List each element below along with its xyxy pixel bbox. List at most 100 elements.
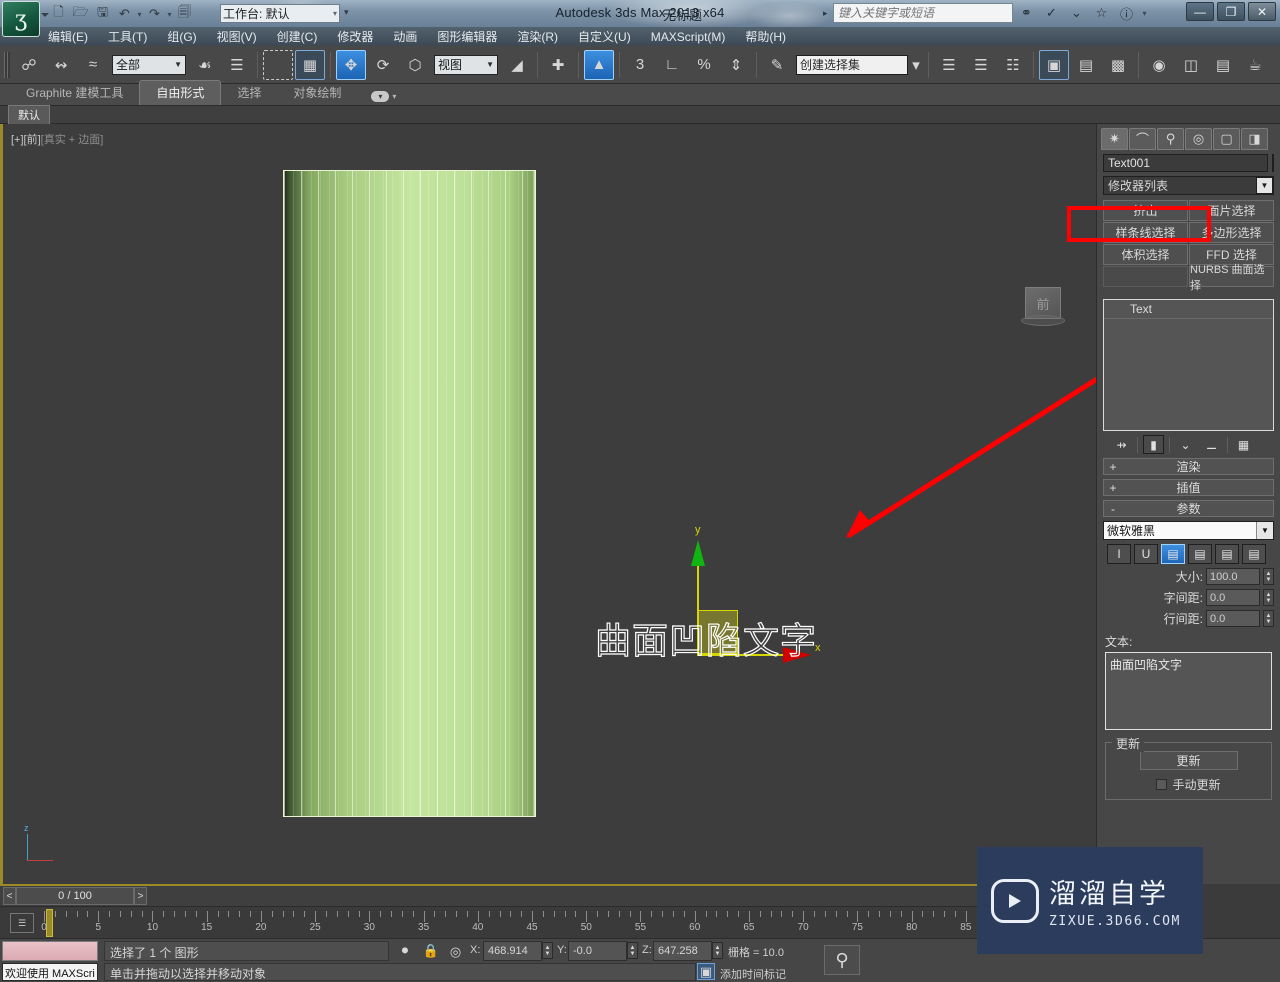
modifier-button-nurbs-surface-select[interactable]: NURBS 曲面选择 xyxy=(1189,264,1274,292)
window-crossing-toggle-icon[interactable]: ▦ xyxy=(295,49,325,80)
modifier-stack[interactable]: Text xyxy=(1103,299,1274,431)
maximize-button[interactable]: ❐ xyxy=(1217,2,1245,21)
justify-button[interactable]: ▤ xyxy=(1242,544,1266,564)
workspace-selector[interactable]: 工作台: 默认 ▾ xyxy=(220,4,340,23)
gizmo-y-arrow-icon[interactable] xyxy=(691,540,705,566)
modifier-button-vol-select[interactable]: 体积选择 xyxy=(1103,244,1188,265)
open-mini-curve-editor-icon[interactable]: ☰ xyxy=(10,913,34,933)
text-content-textarea[interactable]: 曲面凹陷文字 xyxy=(1105,652,1272,730)
render-setup-icon[interactable]: ◫ xyxy=(1176,50,1206,80)
kerning-input[interactable]: 0.0 xyxy=(1206,589,1260,606)
viewcube[interactable]: 前 xyxy=(1021,287,1065,329)
reference-coordinate-system-dropdown[interactable]: 视图 ▼ xyxy=(434,54,498,75)
wrench-icon[interactable]: ✓ xyxy=(1041,3,1062,23)
open-file-icon[interactable]: 🗁 xyxy=(70,4,91,25)
object-name-input[interactable] xyxy=(1103,154,1268,172)
show-end-result-icon[interactable]: ▮ xyxy=(1143,435,1164,454)
app-menu-caret-icon[interactable] xyxy=(41,13,49,17)
help-icon[interactable]: ⓘ xyxy=(1116,3,1137,23)
3dsmax-logo-icon[interactable]: ʒ xyxy=(2,1,40,37)
ribbon-subtab-default[interactable]: 默认 xyxy=(8,104,50,125)
add-time-tag-icon[interactable]: ▣ xyxy=(697,963,715,980)
percent-snap-toggle-icon[interactable]: % xyxy=(689,50,719,80)
named-selection-chevron-down-icon[interactable]: ▾ xyxy=(909,50,923,80)
time-slider-handle[interactable]: 0 / 100 xyxy=(16,887,134,905)
material-preview-swatch[interactable] xyxy=(2,941,98,961)
select-and-link-icon[interactable]: ☍ xyxy=(14,50,44,80)
align-icon[interactable]: ☰ xyxy=(966,50,996,80)
undo-icon[interactable]: ↶ xyxy=(114,4,135,25)
binoculars-icon[interactable]: ⚭ xyxy=(1016,3,1037,23)
ribbon-tab-graphite-modeling[interactable]: Graphite 建模工具 xyxy=(10,81,139,105)
select-and-rotate-icon[interactable]: ⟳ xyxy=(368,50,398,80)
viewport-label[interactable]: [+][前][真实 + 边面] xyxy=(11,131,103,147)
funnel-icon[interactable]: ⌄ xyxy=(1066,3,1087,23)
layer-manager-icon[interactable]: ☷ xyxy=(998,50,1028,80)
keyboard-shortcut-override-icon[interactable]: ▲ xyxy=(584,49,614,80)
modify-tab[interactable]: ⌒ xyxy=(1129,127,1156,150)
rollup-rendering[interactable]: + 渲染 xyxy=(1103,458,1274,475)
next-frame-button[interactable]: > xyxy=(134,887,147,905)
selection-filter-dropdown[interactable]: 全部 ▼ xyxy=(112,54,186,75)
coord-x-spinner[interactable]: ▲ ▼ xyxy=(542,942,553,959)
close-button[interactable]: ✕ xyxy=(1248,2,1276,21)
redo-icon[interactable]: ↷ xyxy=(144,4,165,25)
star-icon[interactable]: ☆ xyxy=(1091,3,1112,23)
mirror-icon[interactable]: ☰ xyxy=(934,50,964,80)
absolute-relative-transform-icon[interactable]: ◎ xyxy=(446,942,465,961)
snaps-toggle-3-icon[interactable]: 3 xyxy=(625,50,655,80)
track-bar[interactable]: ☰ 051015202530354045505560657075808590 xyxy=(0,906,1097,938)
rectangular-selection-region-icon[interactable] xyxy=(263,49,293,80)
angle-snap-toggle-icon[interactable]: ∟ xyxy=(657,50,687,80)
help-dropdown-caret-icon[interactable]: ▾ xyxy=(1141,9,1148,18)
graphite-modeling-toggle-icon[interactable]: ▣ xyxy=(1039,49,1069,80)
align-right-button[interactable]: ▤ xyxy=(1215,544,1239,564)
motion-tab[interactable]: ◎ xyxy=(1185,127,1212,150)
use-pivot-point-center-icon[interactable]: ◢ xyxy=(502,50,532,80)
size-spinner[interactable]: ▲ ▼ xyxy=(1263,568,1274,585)
create-tab[interactable]: ✷ xyxy=(1101,127,1128,150)
coord-x-input[interactable]: 468.914 xyxy=(483,941,542,961)
coord-z-spinner[interactable]: ▲ ▼ xyxy=(712,942,723,959)
modifier-list-dropdown[interactable]: 修改器列表 ▼ xyxy=(1103,176,1274,195)
redo-dropdown-caret-icon[interactable]: ▾ xyxy=(166,10,173,19)
key-mode-toggle-icon[interactable]: ⚲ xyxy=(824,945,860,975)
toolbar-grip[interactable] xyxy=(4,51,10,78)
select-object-icon[interactable]: ☙ xyxy=(190,50,220,80)
search-expand-icon[interactable]: ▸ xyxy=(823,8,828,19)
unlink-selection-icon[interactable]: ↭ xyxy=(46,50,76,80)
select-and-manipulate-icon[interactable]: ✚ xyxy=(543,50,573,80)
ribbon-tab-freeform[interactable]: 自由形式 xyxy=(139,80,222,105)
ribbon-tab-object-paint[interactable]: 对象绘制 xyxy=(277,81,357,105)
size-input[interactable]: 100.0 xyxy=(1206,568,1260,585)
rollup-parameters[interactable]: - 参数 xyxy=(1103,500,1274,517)
menu-item-edit[interactable]: 编辑(E) xyxy=(38,26,98,47)
viewcube-compass-ring[interactable] xyxy=(1021,315,1065,326)
manual-update-checkbox[interactable] xyxy=(1156,779,1168,790)
leading-input[interactable]: 0.0 xyxy=(1206,610,1260,627)
scene-text-object[interactable]: 曲面凹陷文字 xyxy=(594,623,817,660)
rendered-frame-window-icon[interactable]: ▤ xyxy=(1208,50,1238,80)
make-unique-icon[interactable]: ⌄ xyxy=(1175,435,1196,454)
manual-update-row[interactable]: 手动更新 xyxy=(1112,776,1265,793)
coord-y-input[interactable]: -0.0 xyxy=(568,941,627,961)
ribbon-tab-selection[interactable]: 选择 xyxy=(221,81,277,105)
align-center-button[interactable]: ▤ xyxy=(1188,544,1212,564)
qat-customize-caret-icon[interactable]: ▾ xyxy=(344,7,349,18)
display-tab[interactable]: ▢ xyxy=(1213,127,1240,150)
underline-button[interactable]: U xyxy=(1134,544,1158,564)
schematic-view-icon[interactable]: ▩ xyxy=(1103,50,1133,80)
rollup-interpolation[interactable]: + 插值 xyxy=(1103,479,1274,496)
maxscript-listener-input[interactable]: 欢迎使用 MAXScri xyxy=(2,963,98,981)
remove-modifier-icon[interactable]: ⚊ xyxy=(1201,435,1222,454)
select-and-move-icon[interactable]: ✥ xyxy=(336,49,366,80)
italic-button[interactable]: I xyxy=(1107,544,1131,564)
minimize-button[interactable]: — xyxy=(1186,2,1214,21)
isolate-selection-icon[interactable]: ⚫ xyxy=(396,942,414,960)
select-by-name-icon[interactable]: ☰ xyxy=(222,50,252,80)
menu-item-create[interactable]: 创建(C) xyxy=(267,26,328,47)
spinner-snap-toggle-icon[interactable]: ⇕ xyxy=(721,50,751,80)
kerning-spinner[interactable]: ▲ ▼ xyxy=(1263,589,1274,606)
menu-item-customize[interactable]: 自定义(U) xyxy=(568,26,641,47)
save-file-icon[interactable]: 🖫 xyxy=(92,4,113,25)
